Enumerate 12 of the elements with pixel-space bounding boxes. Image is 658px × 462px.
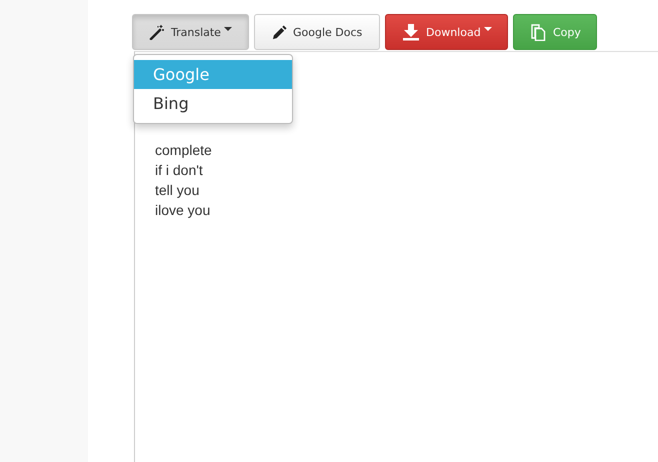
menu-item[interactable]: Bing bbox=[134, 89, 292, 118]
text-line: tell you bbox=[155, 181, 200, 200]
text-line: if i don't bbox=[155, 161, 203, 180]
pencil-icon bbox=[272, 24, 287, 40]
text-line: ilove you bbox=[155, 201, 210, 220]
copy-icon bbox=[530, 24, 547, 40]
magic-wand-icon bbox=[149, 24, 165, 40]
google-docs-button[interactable]: Google Docs bbox=[254, 14, 380, 50]
translate-button[interactable]: Translate bbox=[132, 14, 249, 50]
download-button[interactable]: Download bbox=[385, 14, 508, 50]
download-icon bbox=[402, 23, 420, 41]
text-line: complete bbox=[155, 141, 212, 160]
